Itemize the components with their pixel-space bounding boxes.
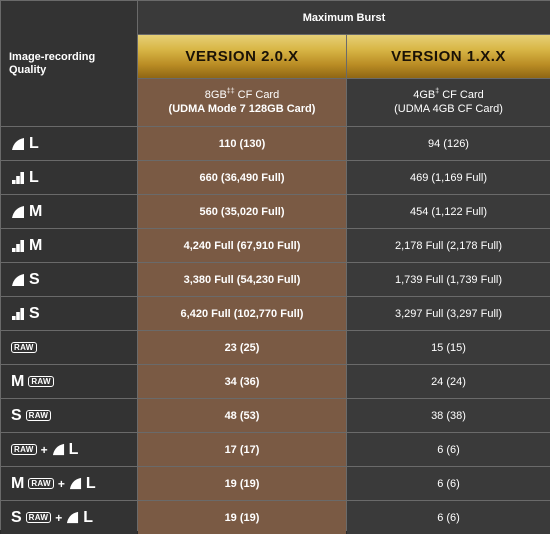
quality-cell: S	[1, 263, 137, 296]
quality-cell: L	[1, 127, 137, 160]
fine-quality-icon	[12, 205, 24, 218]
version-1-value: 6 (6)	[347, 467, 550, 500]
table-row: M RAW + L 19 (19) 6 (6)	[1, 467, 550, 500]
table-row: L 110 (130) 94 (126)	[1, 127, 550, 160]
table-row: S 6,420 Full (102,770 Full) 3,297 Full (3,…	[1, 297, 550, 330]
card-b-type: CF Card	[439, 89, 484, 101]
version-1-value: 94 (126)	[347, 127, 550, 160]
version-1-value: 469 (1,169 Full)	[347, 161, 550, 194]
fine-quality-icon	[67, 511, 79, 524]
card-a-type: CF Card	[234, 89, 280, 101]
plus-sign: +	[55, 510, 63, 525]
version-1-value: 24 (24)	[347, 365, 550, 398]
version-2-value: 23 (25)	[138, 331, 346, 364]
normal-quality-icon	[12, 171, 24, 184]
fine-quality-icon	[52, 443, 64, 456]
version-2-header: VERSION 2.0.X	[138, 34, 346, 78]
version-1-value: 6 (6)	[347, 433, 550, 466]
version-2-value: 110 (130)	[138, 127, 346, 160]
version-2-value: 6,420 Full (102,770 Full)	[138, 297, 346, 330]
version-2-value: 3,380 Full (54,230 Full)	[138, 263, 346, 296]
version-1-value: 6 (6)	[347, 501, 550, 534]
raw-badge-icon: RAW	[28, 478, 54, 489]
table-row: L 660 (36,490 Full) 469 (1,169 Full)	[1, 161, 550, 194]
raw-badge-icon: RAW	[25, 410, 52, 421]
quality-size-label: L	[85, 474, 96, 492]
quality-size-label: M	[11, 474, 25, 492]
raw-badge-icon: RAW	[11, 444, 37, 455]
quality-size-label: M	[11, 372, 25, 390]
version-2-value: 660 (36,490 Full)	[138, 161, 346, 194]
quality-size-label: L	[29, 168, 39, 186]
quality-size-label: L	[68, 440, 79, 458]
version-1-header: VERSION 1.X.X	[347, 34, 550, 78]
version-1-value: 1,739 Full (1,739 Full)	[347, 263, 550, 296]
maximum-burst-header: Maximum Burst	[137, 1, 550, 34]
quality-size-label: M	[29, 202, 43, 220]
quality-size-label: L	[29, 134, 39, 152]
quality-cell: L	[1, 161, 137, 194]
quality-size-label: S	[29, 270, 40, 288]
version-2-value: 34 (36)	[138, 365, 346, 398]
version-2-value: 17 (17)	[138, 433, 346, 466]
table-row: M 560 (35,020 Full) 454 (1,122 Full)	[1, 195, 550, 228]
version-1-value: 454 (1,122 Full)	[347, 195, 550, 228]
plus-sign: +	[40, 442, 48, 457]
quality-cell: S RAW	[1, 399, 137, 432]
card-a-capacity: 8GB‡‡ CF Card	[205, 88, 279, 102]
card-a-footnote: ‡‡	[226, 88, 235, 95]
version-2-value: 19 (19)	[138, 501, 346, 534]
quality-header-label: Image-recording Quality	[9, 50, 96, 76]
version-1-value: 2,178 Full (2,178 Full)	[347, 229, 550, 262]
version-2-value: 4,240 Full (67,910 Full)	[138, 229, 346, 262]
version-2-value: 19 (19)	[138, 467, 346, 500]
card-b-capacity: 4GB‡ CF Card	[413, 88, 484, 102]
quality-size-label: L	[83, 508, 94, 526]
version-1-value: 3,297 Full (3,297 Full)	[347, 297, 550, 330]
burst-table: Image-recording Quality Maximum Burst VE…	[0, 0, 550, 534]
table-row: S RAW + L 19 (19) 6 (6)	[1, 501, 550, 534]
quality-cell: M	[1, 195, 137, 228]
quality-size-label: S	[11, 406, 22, 424]
table-row: RAW 23 (25) 15 (15)	[1, 331, 550, 364]
table-row: S RAW 48 (53) 38 (38)	[1, 399, 550, 432]
version-1-label: VERSION 1.X.X	[391, 47, 506, 65]
quality-cell: M RAW + L	[1, 467, 137, 500]
table-row: S 3,380 Full (54,230 Full) 1,739 Full (1,7…	[1, 263, 550, 296]
plus-sign: +	[57, 476, 65, 491]
normal-quality-icon	[12, 239, 24, 252]
quality-cell: M RAW	[1, 365, 137, 398]
quality-column-header: Image-recording Quality	[1, 1, 137, 126]
raw-badge-icon: RAW	[11, 342, 37, 353]
card-b-spec: (UDMA 4GB CF Card)	[394, 103, 503, 115]
quality-size-label: S	[29, 304, 40, 322]
quality-cell: RAW	[1, 331, 137, 364]
normal-quality-icon	[12, 307, 24, 320]
table-row: RAW + L 17 (17) 6 (6)	[1, 433, 550, 466]
card-b-description: 4GB‡ CF Card (UDMA 4GB CF Card)	[347, 78, 550, 126]
quality-size-label: M	[29, 236, 43, 254]
version-2-value: 560 (35,020 Full)	[138, 195, 346, 228]
card-a-description: 8GB‡‡ CF Card (UDMA Mode 7 128GB Card)	[138, 78, 346, 126]
version-1-value: 38 (38)	[347, 399, 550, 432]
quality-cell: S	[1, 297, 137, 330]
version-2-label: VERSION 2.0.X	[185, 47, 299, 65]
card-a-size: 8GB	[204, 89, 227, 101]
card-b-size: 4GB	[413, 89, 436, 101]
raw-badge-icon: RAW	[28, 376, 54, 387]
raw-badge-icon: RAW	[25, 512, 52, 523]
card-a-spec: (UDMA Mode 7 128GB Card)	[168, 103, 316, 115]
table-row: M 4,240 Full (67,910 Full) 2,178 Full (2,1…	[1, 229, 550, 262]
fine-quality-icon	[69, 477, 81, 490]
table-row: M RAW 34 (36) 24 (24)	[1, 365, 550, 398]
quality-cell: RAW + L	[1, 433, 137, 466]
version-1-value: 15 (15)	[347, 331, 550, 364]
quality-size-label: S	[11, 508, 22, 526]
maximum-burst-label: Maximum Burst	[302, 11, 386, 24]
version-2-value: 48 (53)	[138, 399, 346, 432]
quality-cell: M	[1, 229, 137, 262]
fine-quality-icon	[12, 137, 24, 150]
quality-cell: S RAW + L	[1, 501, 137, 534]
fine-quality-icon	[12, 273, 24, 286]
